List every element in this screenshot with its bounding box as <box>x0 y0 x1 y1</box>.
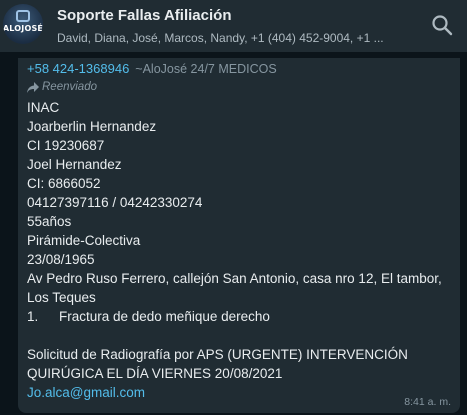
message-line: Av Pedro Ruso Ferrero, callejón San Anto… <box>27 271 442 286</box>
chat-header: ALOJOSÉ Soporte Fallas Afiliación David,… <box>0 0 467 52</box>
message-line: Joarberlin Hernandez <box>27 119 157 134</box>
message-line: Los Teques <box>27 290 96 305</box>
message-line: 55años <box>27 214 72 229</box>
list-item: 1. Fractura de dedo meñique derecho <box>27 307 452 326</box>
chat-area: +58 424-1368946 ~AloJosé 24/7 MEDICOS Ree… <box>0 52 467 415</box>
message-line: CI: 6866052 <box>27 176 101 191</box>
search-button[interactable] <box>430 13 454 37</box>
message-body: INAC Joarberlin Hernandez CI 19230687 Jo… <box>27 98 452 402</box>
sender-row: +58 424-1368946 ~AloJosé 24/7 MEDICOS <box>27 61 277 77</box>
email-line: Jo.alca@gmail.com <box>27 383 452 402</box>
chat-title-block[interactable]: Soporte Fallas Afiliación David, Diana, … <box>57 7 407 46</box>
participants-list: David, Diana, José, Marcos, Nandy, +1 (4… <box>57 31 384 45</box>
sender-name: ~AloJosé 24/7 MEDICOS <box>135 62 277 76</box>
email-link[interactable]: Jo.alca@gmail.com <box>27 385 145 400</box>
message-line: INAC <box>27 100 60 115</box>
forwarded-text: Reenviado <box>42 81 97 93</box>
message-line: 04127397116 / 04242330274 <box>27 195 203 210</box>
list-item-text: Fractura de dedo meñique derecho <box>59 309 270 324</box>
chat-title: Soporte Fallas Afiliación <box>57 7 232 24</box>
request-line: Solicitud de Radiografía por APS (URGENT… <box>27 347 408 362</box>
forward-arrow-icon <box>27 81 39 93</box>
list-item-number: 1. <box>27 309 39 324</box>
message-line: Joel Hernandez <box>27 157 122 172</box>
request-line: QUIRÚGICA EL DÍA VIERNES 20/08/2021 <box>27 366 283 381</box>
message-bubble[interactable]: +58 424-1368946 ~AloJosé 24/7 MEDICOS Ree… <box>18 58 460 413</box>
search-icon <box>432 15 453 36</box>
group-avatar[interactable]: ALOJOSÉ <box>3 4 43 44</box>
avatar-label: ALOJOSÉ <box>3 24 43 33</box>
message-line: Pirámide-Colectiva <box>27 233 141 248</box>
forwarded-label: Reenviado <box>27 79 97 95</box>
message-line: CI 19230687 <box>27 138 105 153</box>
logo-icon <box>16 10 30 22</box>
sender-phone[interactable]: +58 424-1368946 <box>27 61 129 76</box>
message-line: 23/08/1965 <box>27 252 95 267</box>
message-timestamp: 8:41 a. m. <box>404 396 451 408</box>
